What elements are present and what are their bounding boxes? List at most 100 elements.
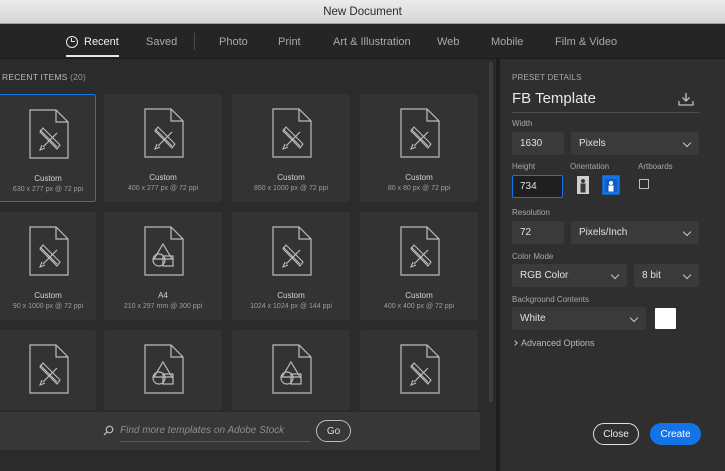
artboards-checkbox[interactable] — [639, 179, 649, 189]
chevron-down-icon — [682, 227, 692, 237]
create-button[interactable]: Create — [650, 423, 701, 445]
portrait-orientation-button[interactable] — [574, 175, 592, 195]
tab-divider — [194, 33, 195, 50]
height-input[interactable]: 734 — [512, 175, 563, 198]
chevron-down-icon — [629, 313, 639, 323]
recent-item-name: Custom — [405, 173, 433, 182]
recent-item-card[interactable]: Custom 400 x 277 px @ 72 ppi — [104, 94, 222, 202]
background-color-swatch[interactable] — [655, 308, 676, 329]
search-icon — [103, 425, 114, 436]
recent-item-name: A4 — [158, 291, 168, 300]
recent-item-size: 630 x 277 px @ 72 ppi — [12, 186, 84, 193]
preset-details-label: PRESET DETAILS — [512, 73, 582, 82]
bit-depth-value: 8 bit — [642, 270, 661, 281]
custom-doc-icon — [270, 226, 312, 281]
recent-item-name: Custom — [277, 173, 305, 182]
tab-film-video[interactable]: Film & Video — [555, 24, 617, 59]
custom-doc-icon — [27, 226, 69, 281]
bit-depth-select[interactable]: 8 bit — [634, 264, 699, 287]
tab-label: Recent — [84, 35, 119, 48]
recent-item-card[interactable]: Custom 1024 x 1024 px @ 144 ppi — [232, 212, 350, 320]
recent-items-count: (20) — [70, 72, 87, 82]
recent-item-size: 400 x 400 px @ 72 ppi — [383, 303, 455, 310]
width-unit-select[interactable]: Pixels — [571, 132, 699, 155]
tab-mobile[interactable]: Mobile — [491, 24, 523, 59]
window-title: New Document — [323, 5, 402, 18]
custom-doc-icon — [142, 108, 184, 163]
recent-item-card[interactable]: Custom 80 x 80 px @ 72 ppi — [360, 94, 478, 202]
recent-item-card[interactable]: Custom 90 x 1000 px @ 72 ppi — [0, 212, 96, 320]
recent-item-name: Custom — [34, 291, 62, 300]
recent-item-card[interactable] — [360, 330, 478, 410]
landscape-orientation-button[interactable] — [602, 175, 620, 195]
recent-item-name: Custom — [149, 173, 177, 182]
color-mode-label: Color Mode — [512, 252, 554, 261]
chevron-down-icon — [610, 270, 620, 280]
recent-items-header: RECENT ITEMS (20) — [2, 72, 86, 82]
color-mode-value: RGB Color — [520, 270, 569, 281]
recent-item-size: 850 x 1000 px @ 72 ppi — [253, 185, 329, 192]
recent-scrollbar[interactable] — [489, 62, 493, 402]
stock-search-input[interactable] — [120, 420, 310, 442]
width-input[interactable]: 1630 — [512, 132, 564, 155]
recent-item-size: 400 x 277 px @ 72 ppi — [127, 185, 199, 192]
custom-doc-icon — [27, 109, 69, 164]
resolution-label: Resolution — [512, 208, 550, 217]
tab-art-illustration[interactable]: Art & Illustration — [333, 24, 411, 59]
recent-items-title: RECENT ITEMS — [2, 72, 68, 82]
save-preset-icon[interactable] — [678, 92, 694, 106]
recent-item-card[interactable] — [104, 330, 222, 410]
recent-item-size: 90 x 1000 px @ 72 ppi — [12, 303, 84, 310]
chevron-right-icon — [512, 340, 518, 346]
resolution-input[interactable]: 72 — [512, 221, 564, 244]
chevron-down-icon — [682, 270, 692, 280]
window-title-bar: New Document — [0, 0, 725, 24]
tab-label: Web — [437, 35, 460, 48]
recent-item-card[interactable]: Custom 400 x 400 px @ 72 ppi — [360, 212, 478, 320]
recent-item-card[interactable]: Custom 850 x 1000 px @ 72 ppi — [232, 94, 350, 202]
advanced-options-toggle[interactable]: Advanced Options — [512, 338, 595, 348]
recent-item-card[interactable] — [0, 330, 96, 410]
background-contents-label: Background Contents — [512, 295, 589, 304]
tab-label: Saved — [146, 35, 178, 48]
recent-item-size: 1024 x 1024 px @ 144 ppi — [250, 303, 332, 310]
width-unit-value: Pixels — [579, 138, 606, 149]
resolution-unit-select[interactable]: Pixels/Inch — [571, 221, 699, 244]
tab-photo[interactable]: Photo — [219, 24, 248, 59]
recent-item-size: 80 x 80 px @ 72 ppi — [387, 185, 451, 192]
close-button[interactable]: Close — [593, 423, 639, 445]
color-mode-select[interactable]: RGB Color — [512, 264, 627, 287]
advanced-options-label: Advanced Options — [521, 338, 595, 348]
custom-doc-icon — [398, 108, 440, 163]
print-doc-icon — [142, 226, 184, 281]
orientation-label: Orientation — [570, 162, 610, 171]
tab-saved[interactable]: Saved — [146, 24, 177, 59]
go-button[interactable]: Go — [316, 420, 351, 442]
custom-doc-icon — [27, 344, 69, 399]
preset-name-field[interactable]: FB Template — [512, 90, 596, 107]
resolution-unit-value: Pixels/Inch — [579, 227, 628, 238]
recent-item-size: 210 x 297 mm @ 300 ppi — [123, 303, 203, 310]
tab-web[interactable]: Web — [437, 24, 459, 59]
height-label: Height — [512, 162, 536, 171]
background-contents-value: White — [520, 313, 546, 324]
custom-doc-icon — [398, 226, 440, 281]
recent-item-card[interactable]: Custom 630 x 277 px @ 72 ppi — [0, 94, 96, 202]
recent-item-card[interactable]: A4 210 x 297 mm @ 300 ppi — [104, 212, 222, 320]
clock-icon — [66, 35, 78, 48]
tab-label: Mobile — [491, 35, 524, 48]
tab-label: Print — [278, 35, 301, 48]
tab-label: Film & Video — [555, 35, 618, 48]
print-doc-icon — [270, 344, 312, 399]
print-doc-icon — [142, 344, 184, 399]
tab-label: Photo — [219, 35, 248, 48]
recent-item-name: Custom — [34, 174, 62, 183]
recent-item-card[interactable] — [232, 330, 350, 410]
tab-recent[interactable]: Recent — [66, 24, 119, 59]
tab-print[interactable]: Print — [278, 24, 301, 59]
recent-item-name: Custom — [277, 291, 305, 300]
recent-item-name: Custom — [405, 291, 433, 300]
background-contents-select[interactable]: White — [512, 307, 646, 330]
width-label: Width — [512, 119, 533, 128]
custom-doc-icon — [398, 344, 440, 399]
